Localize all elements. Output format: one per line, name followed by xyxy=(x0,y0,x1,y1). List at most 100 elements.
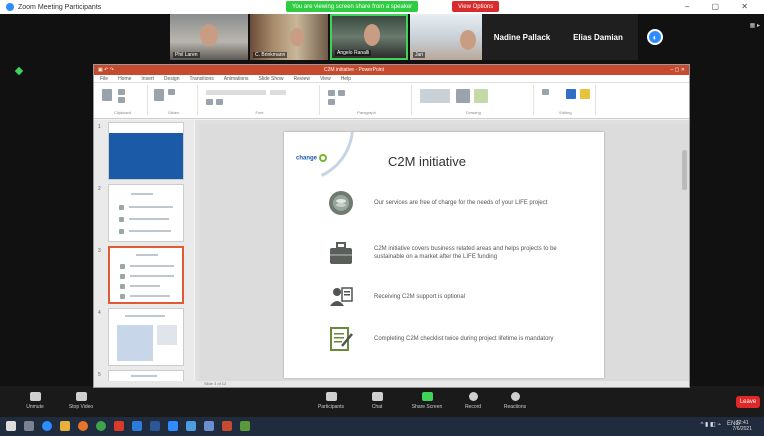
participants-button[interactable]: Participants xyxy=(306,392,356,410)
thumb-number: 4 xyxy=(98,310,101,316)
thumb-icon xyxy=(119,229,124,234)
word-icon[interactable] xyxy=(150,421,160,431)
participant-face xyxy=(364,24,380,46)
reactions-button[interactable]: Reactions xyxy=(490,392,540,410)
participant-face xyxy=(460,30,476,50)
slide-thumbnail-2[interactable] xyxy=(108,184,184,242)
share-screen-icon xyxy=(421,392,433,401)
windows-taskbar: ^ ▮ ◧ ⌁ ENG 12:41 7/6/2021 xyxy=(0,417,764,436)
participant-tile-elias[interactable]: Elias Damian xyxy=(558,14,638,60)
ribbon-group-label: Font xyxy=(255,110,264,115)
video-tile[interactable]: Phil Laren xyxy=(170,14,248,60)
layout-icon[interactable] xyxy=(168,89,175,95)
menu-slideshow[interactable]: Slide Show xyxy=(259,76,284,82)
participants-icon xyxy=(325,392,337,401)
app-icon[interactable] xyxy=(240,421,250,431)
slide-decorative-arc xyxy=(284,132,370,198)
window-controls[interactable]: – ▢ ✕ xyxy=(685,2,758,11)
new-slide-icon[interactable] xyxy=(154,89,164,101)
quick-styles-icon[interactable] xyxy=(474,89,488,103)
ribbon-group-clipboard: Clipboard xyxy=(98,85,148,115)
share-screen-button[interactable]: Share Screen xyxy=(402,392,452,410)
participant-tile-nadine[interactable]: Nadine Pallack xyxy=(482,14,562,60)
ppt-window-title: C2M initiative - PowerPoint xyxy=(324,67,385,73)
file-explorer-icon[interactable] xyxy=(60,421,70,431)
find-icon[interactable] xyxy=(542,89,549,95)
slide-thumbnail-3-selected[interactable] xyxy=(108,246,184,304)
ribbon-group-drawing: Drawing xyxy=(414,85,534,115)
outlook-icon[interactable] xyxy=(132,421,142,431)
slide-bullet: Completing C2M checklist twice during pr… xyxy=(328,326,574,352)
zoom-toolbar: Unmute Stop Video Participants Chat Shar… xyxy=(0,389,764,416)
italic-icon[interactable] xyxy=(216,99,223,105)
zoom-logo-icon xyxy=(6,3,14,11)
bullets-icon[interactable] xyxy=(328,90,335,96)
menu-design[interactable]: Design xyxy=(164,76,180,82)
font-size-select[interactable] xyxy=(270,90,286,95)
clock[interactable]: 12:41 7/6/2021 xyxy=(733,420,752,432)
zoom-icon[interactable] xyxy=(168,421,178,431)
ppt-window-controls[interactable]: – ▢ ✕ xyxy=(671,67,685,73)
bold-icon[interactable] xyxy=(206,99,213,105)
coins-icon xyxy=(329,191,353,215)
thumb-text-line xyxy=(130,285,160,287)
leave-button[interactable]: Leave xyxy=(736,396,760,408)
participant-avatar-tile[interactable]: ◐ xyxy=(632,14,678,60)
chat-button[interactable]: Chat xyxy=(352,392,402,410)
edge-icon[interactable] xyxy=(42,421,52,431)
participants-label: Participants xyxy=(317,404,345,410)
menu-transitions[interactable]: Transitions xyxy=(190,76,214,82)
thumb-text-line xyxy=(129,206,173,208)
view-options-button[interactable]: View Options xyxy=(452,1,500,12)
slide-logo-text: change xyxy=(296,155,318,162)
menu-view[interactable]: View xyxy=(320,76,331,82)
share-icon[interactable] xyxy=(566,89,576,99)
ribbon-group-label: Editing xyxy=(559,110,572,115)
ribbon-group-label: Clipboard xyxy=(113,110,132,115)
stop-video-button[interactable]: Stop Video xyxy=(56,392,106,410)
slide-thumbnail-4[interactable] xyxy=(108,308,184,366)
unmute-button[interactable]: Unmute xyxy=(10,392,60,410)
start-icon[interactable] xyxy=(6,421,16,431)
designer-icon[interactable] xyxy=(580,89,590,99)
thumb-image xyxy=(157,325,177,345)
stop-video-label: Stop Video xyxy=(68,404,94,410)
slide-bullet-text: Our services are free of charge for the … xyxy=(374,200,548,206)
menu-animations[interactable]: Animations xyxy=(224,76,249,82)
pdf-reader-icon[interactable] xyxy=(114,421,124,431)
menu-file[interactable]: File xyxy=(100,76,108,82)
ribbon-group-label: Paragraph xyxy=(357,110,376,115)
thumb-number: 5 xyxy=(98,372,101,378)
slide-scrollbar[interactable] xyxy=(682,150,687,190)
menu-help[interactable]: Help xyxy=(341,76,351,82)
menu-home[interactable]: Home xyxy=(118,76,131,82)
ppt-quick-access-icon[interactable]: ▣ ↶ ↷ xyxy=(98,67,114,73)
menu-insert[interactable]: Insert xyxy=(141,76,154,82)
powerpoint-icon[interactable] xyxy=(222,421,232,431)
current-slide[interactable]: change C2M initiative Our services are f… xyxy=(284,132,604,378)
horizontal-ruler xyxy=(199,120,689,124)
font-name-select[interactable] xyxy=(206,90,266,95)
firefox-icon[interactable] xyxy=(78,421,88,431)
cut-icon[interactable] xyxy=(118,89,125,95)
app-icon[interactable] xyxy=(204,421,214,431)
video-tile-active-speaker[interactable]: Angelo Ranalli xyxy=(330,14,408,60)
paste-icon[interactable] xyxy=(102,89,112,101)
chat-label: Chat xyxy=(371,404,383,410)
thumb-title-line xyxy=(136,254,158,256)
video-tile[interactable]: Jari xyxy=(410,14,488,60)
thumb-title-line xyxy=(125,315,165,317)
slide-thumbnail-1[interactable] xyxy=(108,122,184,180)
view-toggle-icon[interactable]: ▦ ▸ xyxy=(750,22,760,29)
chrome-icon[interactable] xyxy=(96,421,106,431)
numbering-icon[interactable] xyxy=(338,90,345,96)
video-tile[interactable]: C. Brinkmann xyxy=(250,14,328,60)
app-icon[interactable] xyxy=(186,421,196,431)
search-icon[interactable] xyxy=(24,421,34,431)
shapes-gallery-icon[interactable] xyxy=(420,89,450,103)
align-left-icon[interactable] xyxy=(328,99,335,105)
copy-icon[interactable] xyxy=(118,97,125,103)
arrange-icon[interactable] xyxy=(456,89,470,103)
menu-review[interactable]: Review xyxy=(294,76,310,82)
zoom-window-title: Zoom Meeting Participants xyxy=(18,3,102,11)
